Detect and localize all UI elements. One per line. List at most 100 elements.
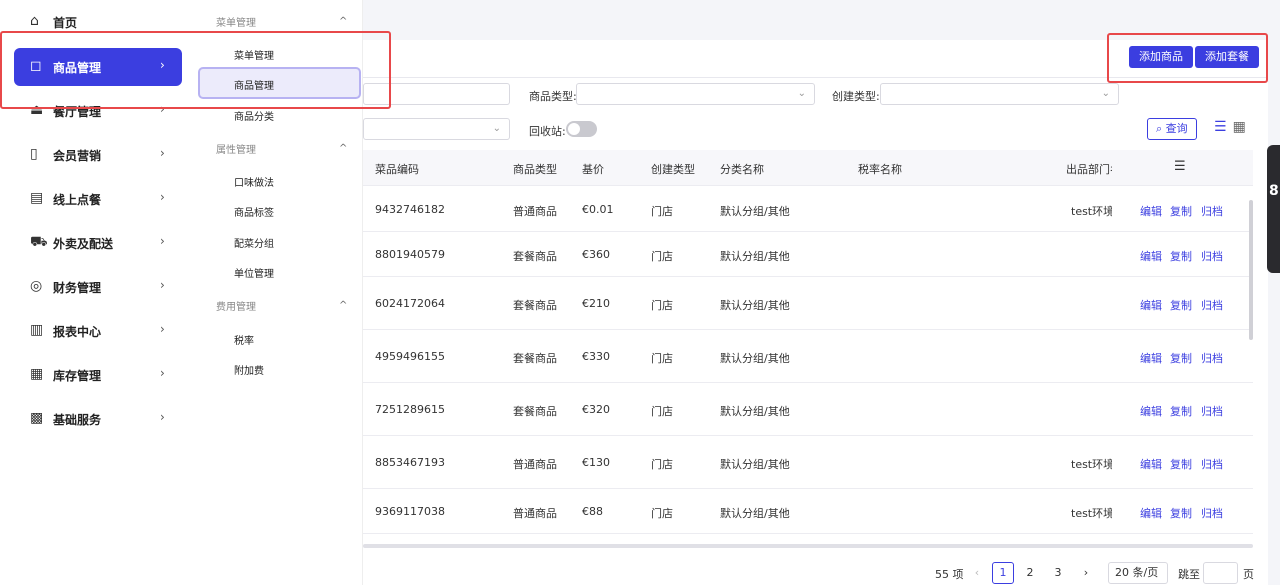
page-3-button[interactable]: 3 — [1047, 562, 1069, 584]
submenu-item[interactable]: 附加费 — [234, 362, 264, 377]
copy-link[interactable]: 复制 — [1170, 505, 1192, 521]
chevron-right-icon: › — [160, 278, 165, 292]
chevron-up-icon[interactable]: ^ — [339, 16, 347, 27]
submenu-item[interactable]: 商品分类 — [234, 108, 274, 123]
page-2-button[interactable]: 2 — [1019, 562, 1041, 584]
archive-link[interactable]: 归档 — [1201, 203, 1223, 219]
archive-link[interactable]: 归档 — [1201, 505, 1223, 521]
column-header: 出品部门名 — [1066, 163, 1112, 176]
query-button[interactable]: ⌕ 查询 — [1147, 118, 1197, 140]
copy-link[interactable]: 复制 — [1170, 203, 1192, 219]
column-header: 基价 — [582, 163, 604, 176]
category-select[interactable]: ⌄ — [363, 118, 510, 140]
submenu-item[interactable]: 商品标签 — [234, 204, 274, 219]
jump-label: 跳至 — [1178, 568, 1200, 581]
search-icon: ⌕ — [1156, 122, 1166, 135]
grid-icon: ▩ — [30, 410, 44, 426]
cell-product-type: 套餐商品 — [513, 352, 557, 365]
table-row: 6024172064 套餐商品 €210 门店 默认分组/其他 编辑 复制 归档 — [363, 277, 1253, 330]
floating-side-widget[interactable]: 8 — [1267, 145, 1280, 273]
edit-link[interactable]: 编辑 — [1140, 350, 1162, 366]
submenu-item[interactable]: 配菜分组 — [234, 235, 274, 250]
submenu-item[interactable]: 单位管理 — [234, 265, 274, 280]
sidebar-item[interactable]: ▦ 库存管理 › — [14, 356, 182, 394]
edit-link[interactable]: 编辑 — [1140, 456, 1162, 472]
sidebar-item-label: 首页 — [53, 16, 78, 30]
cell-product-code: 4959496155 — [375, 350, 445, 363]
chevron-right-icon: › — [160, 146, 165, 160]
column-header: 税率名称 — [858, 163, 902, 176]
cell-category: 默认分组/其他 — [720, 458, 790, 471]
chevron-right-icon: › — [160, 190, 165, 204]
column-header: 创建类型 — [651, 163, 695, 176]
prev-page-button[interactable]: ‹ — [966, 562, 988, 584]
edit-link[interactable]: 编辑 — [1140, 248, 1162, 264]
home-icon: ⌂ — [30, 13, 39, 29]
cell-category: 默认分组/其他 — [720, 205, 790, 218]
page-1-button[interactable]: 1 — [992, 562, 1014, 584]
list-view-icon[interactable]: ☰ — [1214, 119, 1227, 135]
cell-department: test环境店 — [1071, 205, 1112, 218]
create-type-select[interactable]: ⌄ — [880, 83, 1119, 105]
cell-product-code: 9369117038 — [375, 505, 445, 518]
column-settings-icon[interactable]: ☰ — [1174, 159, 1186, 174]
archive-link[interactable]: 归档 — [1201, 403, 1223, 419]
recycle-bin-toggle[interactable] — [566, 121, 597, 137]
sidebar-item[interactable]: ▩ 基础服务 › — [14, 400, 182, 438]
edit-link[interactable]: 编辑 — [1140, 297, 1162, 313]
sidebar-item-label: 线上点餐 — [53, 193, 102, 207]
cell-product-code: 9432746182 — [375, 203, 445, 216]
page-size-value: 20 条/页 — [1115, 566, 1159, 579]
product-type-select[interactable]: ⌄ — [576, 83, 815, 105]
cell-product-type: 普通商品 — [513, 507, 557, 520]
submenu-item[interactable]: 口味做法 — [234, 174, 274, 189]
submenu-group-title: 属性管理 — [216, 145, 256, 156]
cell-create-type: 门店 — [651, 352, 673, 365]
archive-link[interactable]: 归档 — [1201, 350, 1223, 366]
sidebar-item[interactable]: ▯ 会员营销 › — [14, 136, 182, 174]
chevron-up-icon[interactable]: ^ — [339, 300, 347, 311]
copy-link[interactable]: 复制 — [1170, 350, 1192, 366]
chevron-right-icon: › — [160, 234, 165, 248]
cell-base-price: €210 — [582, 297, 610, 310]
table-row: 7251289615 套餐商品 €320 门店 默认分组/其他 编辑 复制 归档 — [363, 383, 1253, 436]
highlight-box-add-buttons — [1107, 33, 1268, 83]
edit-link[interactable]: 编辑 — [1140, 505, 1162, 521]
archive-link[interactable]: 归档 — [1201, 248, 1223, 264]
table-row: 9369117038 普通商品 €88 门店 默认分组/其他 test环境店 编辑复制归档 — [363, 489, 1253, 534]
grid-view-icon[interactable]: ▦ — [1233, 119, 1246, 135]
sidebar-item[interactable]: ▥ 报表中心 › — [14, 312, 182, 350]
cell-base-price: €320 — [582, 403, 610, 416]
edit-link[interactable]: 编辑 — [1140, 403, 1162, 419]
copy-link[interactable]: 复制 — [1170, 248, 1192, 264]
sidebar-item[interactable]: ◎ 财务管理 › — [14, 268, 182, 306]
page-size-select[interactable]: 20 条/页 — [1108, 562, 1168, 584]
cell-category: 默认分组/其他 — [720, 352, 790, 365]
archive-link[interactable]: 归档 — [1201, 456, 1223, 472]
next-page-button[interactable]: › — [1075, 562, 1097, 584]
sidebar-item-label: 会员营销 — [53, 149, 102, 163]
chevron-up-icon[interactable]: ^ — [339, 143, 347, 154]
jump-page-input[interactable] — [1203, 562, 1238, 584]
cell-department: test环境店 — [1071, 458, 1112, 471]
edit-link[interactable]: 编辑 — [1140, 203, 1162, 219]
submenu-item[interactable]: 税率 — [234, 332, 254, 347]
sidebar-item[interactable]: ⛟ 外卖及配送 › — [14, 224, 182, 262]
horizontal-scrollbar[interactable] — [363, 544, 1253, 548]
cell-product-type: 套餐商品 — [513, 250, 557, 263]
table-header: 菜品编码 商品类型 基价 创建类型 分类名称 税率名称 出品部门名 ☰ — [363, 150, 1253, 186]
cell-product-code: 7251289615 — [375, 403, 445, 416]
sidebar-item-label: 报表中心 — [53, 325, 102, 339]
table-row: 4959496155 套餐商品 €330 门店 默认分组/其他 编辑 复制 归档 — [363, 330, 1253, 383]
sidebar-item[interactable]: ▤ 线上点餐 › — [14, 180, 182, 218]
copy-link[interactable]: 复制 — [1170, 456, 1192, 472]
chevron-down-icon: ⌄ — [1101, 88, 1110, 99]
vertical-scrollbar[interactable] — [1249, 200, 1253, 340]
copy-link[interactable]: 复制 — [1170, 297, 1192, 313]
copy-link[interactable]: 复制 — [1170, 403, 1192, 419]
total-count: 55 项 — [935, 568, 964, 581]
cell-base-price: €330 — [582, 350, 610, 363]
online-order-icon: ▤ — [30, 190, 44, 206]
archive-link[interactable]: 归档 — [1201, 297, 1223, 313]
chevron-down-icon: ⌄ — [492, 123, 501, 134]
